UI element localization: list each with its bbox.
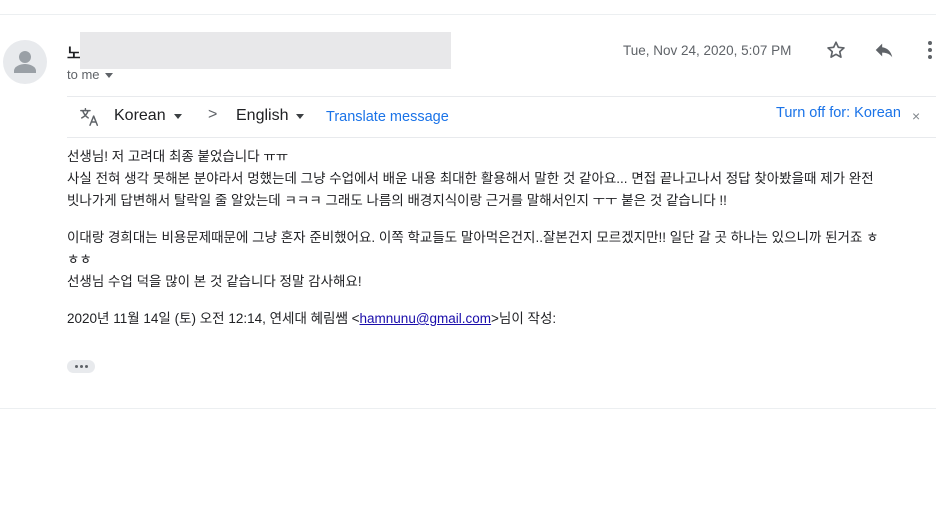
quote-suffix: >님이 작성: bbox=[491, 311, 557, 326]
quote-prefix: 2020년 11월 14일 (토) 오전 12:14, 연세대 혜림쌤 < bbox=[67, 311, 360, 326]
message-body: 선생님! 저 고려대 최종 붙었습니다 ㅠㅠ 사실 전혀 생각 못해본 분야라서… bbox=[67, 146, 935, 330]
body-line: 선생님! 저 고려대 최종 붙었습니다 ㅠㅠ bbox=[67, 149, 289, 164]
source-language-select[interactable]: Korean bbox=[114, 107, 182, 125]
ellipsis-icon bbox=[74, 365, 78, 368]
more-options-button[interactable] bbox=[918, 38, 936, 62]
top-divider bbox=[0, 14, 936, 15]
person-icon bbox=[14, 51, 36, 73]
reply-icon bbox=[875, 43, 893, 58]
chevron-down-icon bbox=[173, 113, 182, 119]
show-trimmed-content-button[interactable] bbox=[67, 360, 95, 373]
recipient-details-toggle[interactable]: to me bbox=[67, 67, 113, 82]
redacted-sender-address bbox=[80, 32, 451, 69]
body-line: 선생님 수업 덕을 많이 본 것 같습니다 정말 감사해요! bbox=[67, 274, 362, 289]
body-line: ㅎㅎ bbox=[67, 252, 92, 267]
body-line: 사실 전혀 생각 못해본 분야라서 멍했는데 그냥 수업에서 배운 내용 최대한… bbox=[67, 171, 874, 186]
translate-bar: Korean > English Translate message Turn … bbox=[67, 96, 936, 138]
bottom-divider bbox=[0, 408, 936, 409]
target-language-label: English bbox=[236, 107, 289, 124]
translate-message-link[interactable]: Translate message bbox=[326, 109, 449, 125]
message-date: Tue, Nov 24, 2020, 5:07 PM bbox=[623, 43, 792, 58]
quote-attribution: 2020년 11월 14일 (토) 오전 12:14, 연세대 혜림쌤 <ham… bbox=[67, 308, 935, 330]
chevron-down-icon bbox=[296, 113, 305, 119]
reply-button[interactable] bbox=[872, 38, 896, 62]
turn-off-translation-link[interactable]: Turn off for: Korean bbox=[776, 105, 901, 121]
more-vert-icon bbox=[928, 41, 932, 59]
chevron-down-icon bbox=[104, 72, 113, 78]
target-language-select[interactable]: English bbox=[236, 107, 305, 125]
star-button[interactable] bbox=[824, 38, 848, 62]
recipient-label: to me bbox=[67, 67, 100, 82]
chevron-right-icon: > bbox=[208, 106, 218, 123]
body-line: 이대랑 경희대는 비용문제때문에 그냥 혼자 준비했어요. 이쪽 학교들도 말아… bbox=[67, 230, 879, 245]
sender-avatar[interactable] bbox=[3, 40, 47, 84]
translate-icon bbox=[80, 108, 99, 126]
star-icon bbox=[827, 41, 845, 58]
body-line: 빗나가게 답변해서 탈락일 줄 알았는데 ㅋㅋㅋ 그래도 나름의 배경지식이랑 … bbox=[67, 193, 727, 208]
close-icon[interactable]: × bbox=[912, 108, 920, 124]
sender-name[interactable]: 노 bbox=[67, 42, 81, 63]
source-language-label: Korean bbox=[114, 107, 166, 124]
quoted-email-link[interactable]: hamnunu@gmail.com bbox=[360, 311, 492, 326]
